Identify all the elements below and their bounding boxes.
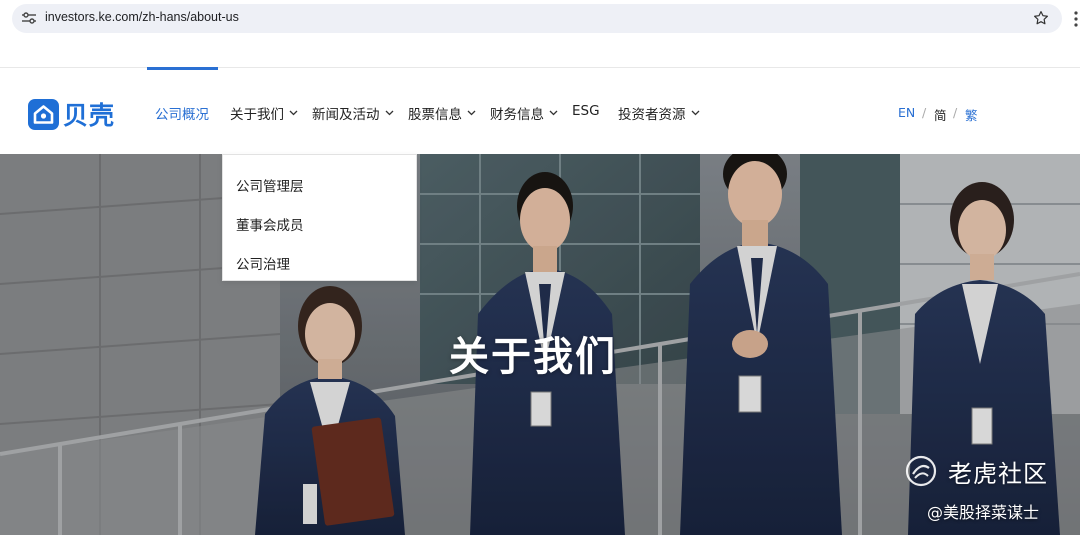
nav-label: ESG bbox=[572, 103, 600, 119]
active-tab-indicator bbox=[147, 67, 218, 70]
nav-financial-info[interactable]: 财务信息 bbox=[490, 103, 558, 123]
ke-logo-text: 贝壳 bbox=[63, 101, 116, 130]
chevron-down-icon bbox=[467, 110, 476, 116]
nav-label: 新闻及活动 bbox=[312, 107, 380, 123]
nav-esg[interactable]: ESG bbox=[572, 103, 600, 119]
nav-label: 关于我们 bbox=[230, 107, 284, 123]
lang-zh-hans-link[interactable]: 简 bbox=[934, 105, 947, 124]
chevron-down-icon bbox=[691, 110, 699, 116]
browser-toolbar: investors.ke.com/zh-hans/about-us bbox=[0, 0, 1080, 36]
tiger-community-logo bbox=[905, 455, 937, 487]
lang-separator: / bbox=[953, 105, 958, 120]
lang-zh-hant-link[interactable]: 繁 bbox=[965, 105, 978, 124]
chevron-down-icon bbox=[289, 110, 298, 116]
watermark-title: 老虎社区 bbox=[948, 460, 1048, 488]
tune-icon[interactable] bbox=[22, 12, 36, 24]
nav-label: 投资者资源 bbox=[618, 107, 686, 123]
address-bar[interactable]: investors.ke.com/zh-hans/about-us bbox=[12, 4, 1062, 33]
chevron-down-icon bbox=[385, 110, 393, 116]
dropdown-item-governance[interactable]: 公司治理 bbox=[236, 253, 290, 273]
more-dots-icon[interactable] bbox=[1073, 10, 1079, 28]
nav-label: 财务信息 bbox=[490, 107, 544, 123]
bookmark-star-icon[interactable] bbox=[1032, 9, 1050, 27]
nav-news-events[interactable]: 新闻及活动 bbox=[312, 103, 394, 123]
nav-stock-info[interactable]: 股票信息 bbox=[408, 103, 476, 123]
nav-company-overview[interactable]: 公司概况 bbox=[155, 103, 209, 123]
ke-logo-icon bbox=[28, 98, 59, 130]
lang-en-link[interactable]: EN bbox=[898, 105, 915, 120]
dropdown-item-management[interactable]: 公司管理层 bbox=[236, 175, 304, 195]
about-us-dropdown-menu: 公司管理层 董事会成员 公司治理 bbox=[222, 154, 417, 281]
url-text[interactable]: investors.ke.com/zh-hans/about-us bbox=[45, 10, 239, 24]
nav-about-us[interactable]: 关于我们 bbox=[230, 103, 298, 123]
chevron-down-icon bbox=[549, 110, 558, 116]
hero-title: 关于我们 bbox=[449, 334, 617, 380]
nav-label: 股票信息 bbox=[408, 107, 462, 123]
watermark-subtitle: @美股择菜谋士 bbox=[927, 503, 1040, 522]
lang-separator: / bbox=[922, 105, 927, 120]
dropdown-item-board[interactable]: 董事会成员 bbox=[236, 214, 304, 234]
nav-label: 公司概况 bbox=[155, 107, 209, 123]
nav-investor-resources[interactable]: 投资者资源 bbox=[618, 103, 700, 123]
ke-logo[interactable]: 贝壳 bbox=[28, 96, 115, 132]
